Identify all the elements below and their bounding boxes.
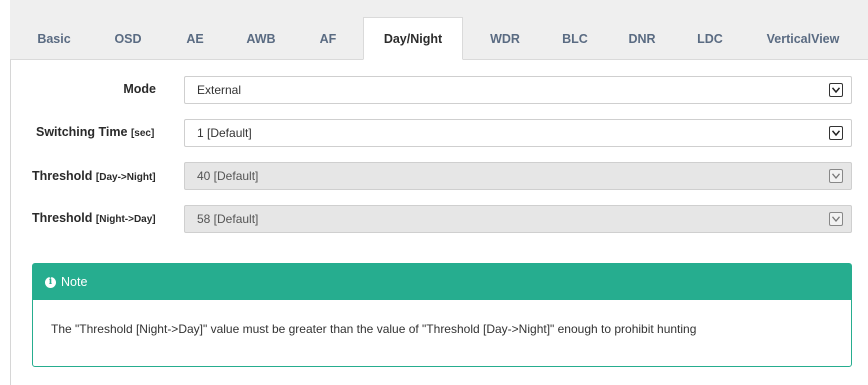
mode-select[interactable]: External: [184, 76, 852, 104]
note-header: i Note: [33, 264, 851, 300]
threshold-day-night-label: Threshold [Day->Night]: [32, 169, 156, 183]
tab-wdr[interactable]: WDR: [488, 17, 522, 60]
tab-ae[interactable]: AE: [184, 17, 206, 60]
mode-label-text: Mode: [123, 82, 156, 96]
tab-ldc[interactable]: LDC: [696, 17, 724, 60]
mode-label: Mode: [123, 82, 156, 96]
switching-time-unit: [sec]: [130, 128, 155, 139]
tab-osd[interactable]: OSD: [113, 17, 143, 60]
tab-verticalview[interactable]: VerticalView: [763, 17, 843, 60]
note-text: The "Threshold [Night->Day]" value must …: [51, 322, 697, 336]
info-circle-icon: i: [45, 276, 56, 288]
threshold-night-day-label-text: Threshold: [32, 211, 93, 225]
chevron-down-icon: [829, 212, 843, 226]
tab-awb[interactable]: AWB: [244, 17, 278, 60]
content-border: [10, 60, 11, 385]
note-panel: i Note The "Threshold [Night->Day]" valu…: [32, 263, 852, 367]
tab-basic[interactable]: Basic: [34, 17, 74, 60]
tab-dnr[interactable]: DNR: [627, 17, 657, 60]
tab-day-night[interactable]: Day/Night: [363, 17, 463, 60]
chevron-down-icon: [829, 126, 843, 140]
note-title: Note: [61, 275, 88, 289]
threshold-night-day-select: 58 [Default]: [184, 205, 852, 233]
switching-time-value: 1 [Default]: [197, 126, 252, 140]
threshold-night-day-unit: [Night->Day]: [95, 214, 156, 225]
switching-time-select[interactable]: 1 [Default]: [184, 119, 852, 147]
tab-af[interactable]: AF: [317, 17, 339, 60]
threshold-night-day-label: Threshold [Night->Day]: [32, 211, 156, 225]
switching-time-label: Switching Time [sec]: [36, 125, 154, 139]
mode-select-value: External: [197, 83, 242, 97]
day-night-settings-page: Basic OSD AE AWB AF Day/Night WDR BLC DN…: [0, 0, 868, 385]
switching-time-label-text: Switching Time: [36, 125, 128, 139]
threshold-day-night-unit: [Day->Night]: [95, 172, 156, 183]
threshold-day-night-value: 40 [Default]: [197, 169, 259, 183]
threshold-night-day-value: 58 [Default]: [197, 212, 259, 226]
threshold-day-night-label-text: Threshold: [32, 169, 93, 183]
chevron-down-icon: [829, 169, 843, 183]
threshold-day-night-select: 40 [Default]: [184, 162, 852, 190]
chevron-down-icon: [829, 83, 843, 97]
tab-blc[interactable]: BLC: [561, 17, 589, 60]
